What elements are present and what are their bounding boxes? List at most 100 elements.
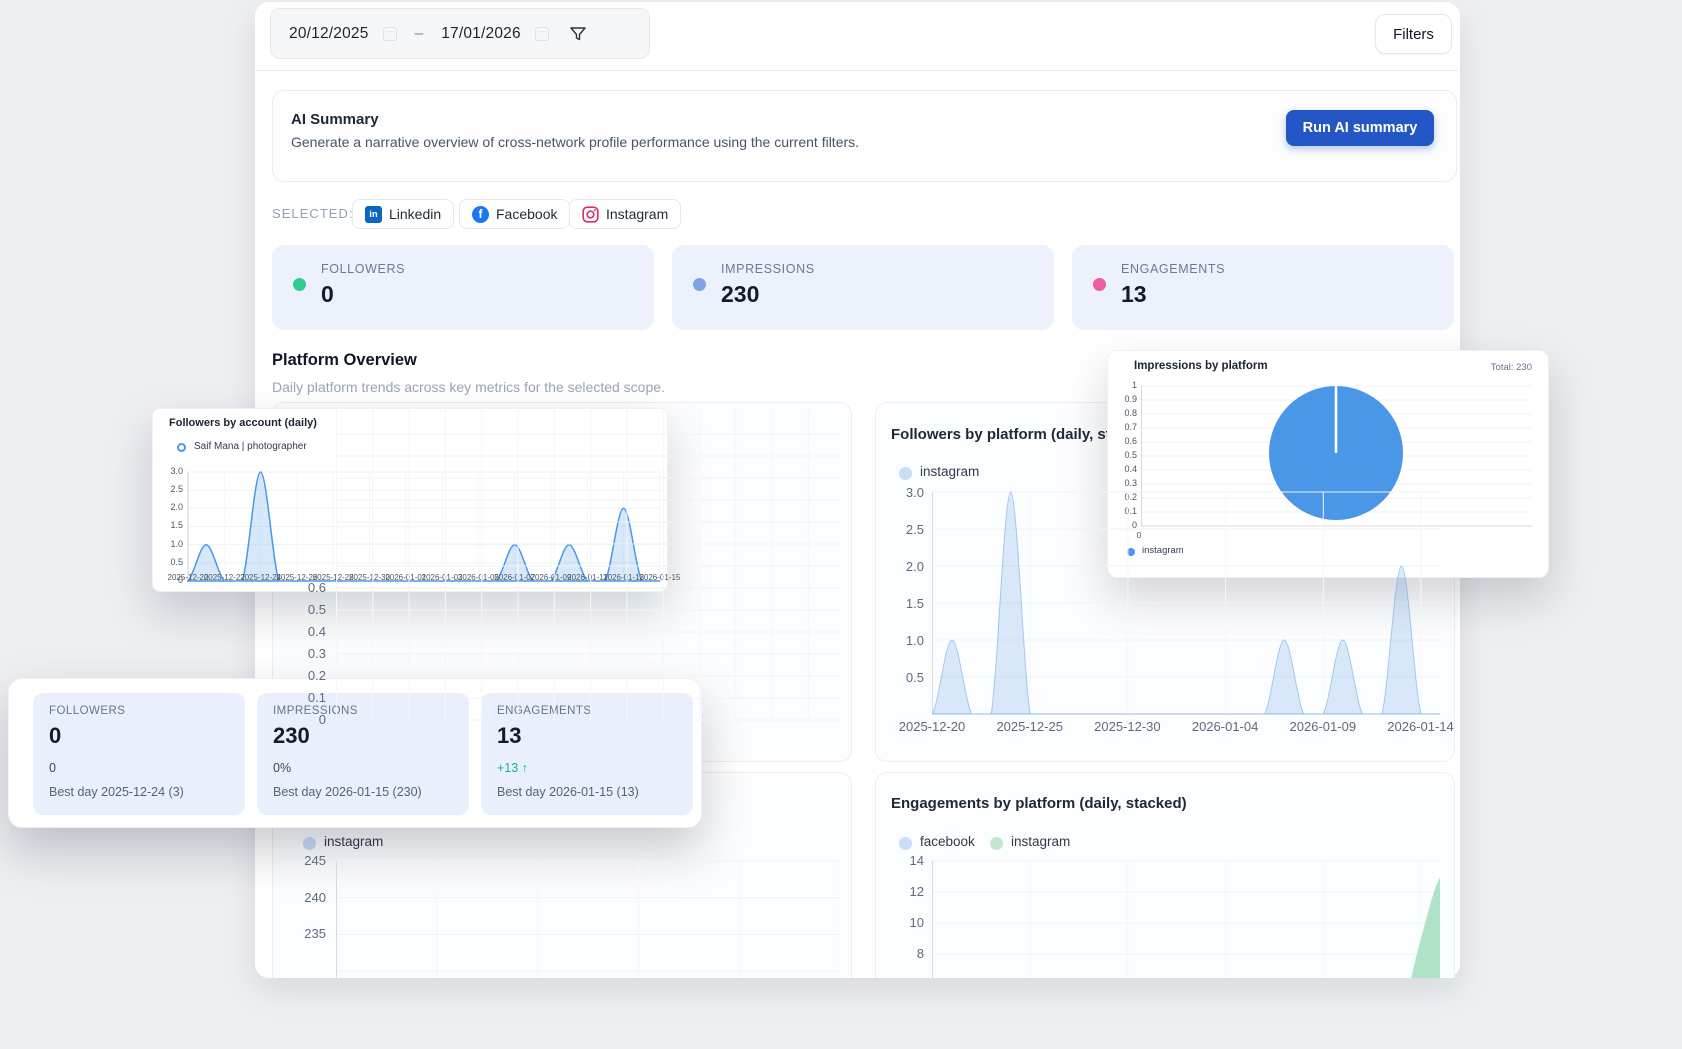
- followers-by-account-title: Followers by account (daily): [169, 417, 317, 429]
- y-tick-label: 2.5: [884, 522, 924, 537]
- summary-best-day: Best day 2026-01-15 (230): [273, 785, 422, 799]
- dashboard-screen: 20/12/2025 – 17/01/2026 Filters AI Summa…: [0, 0, 1682, 1049]
- metric-card-impressions: IMPRESSIONS 230: [672, 245, 1054, 330]
- y-tick-label: 3.0: [155, 466, 183, 476]
- instagram-legend-label: instagram: [920, 464, 979, 479]
- y-tick-label: 10: [884, 915, 924, 930]
- y-tick-label: 1.0: [155, 539, 183, 549]
- instagram-legend-dot: [990, 837, 1003, 850]
- y-tick-label: 235: [286, 926, 326, 941]
- calendar-icon[interactable]: [535, 27, 549, 41]
- y-tick-label: 0.7: [1104, 422, 1137, 432]
- followers-dot: [293, 278, 306, 291]
- y-tick-label: 0.9: [1104, 394, 1137, 404]
- y-tick-label: 240: [286, 890, 326, 905]
- y-tick-label: 2.5: [155, 484, 183, 494]
- facebook-icon: f: [472, 206, 489, 223]
- platform-overview-title: Platform Overview: [272, 351, 417, 370]
- metric-card-followers: FOLLOWERS 0: [272, 245, 654, 330]
- instagram-legend-label: instagram: [324, 834, 383, 849]
- x-tick-label: 2026-01-14: [1376, 719, 1466, 734]
- platform-overview-subtitle: Daily platform trends across key metrics…: [272, 379, 665, 395]
- network-chip-instagram[interactable]: Instagram: [569, 199, 681, 229]
- facebook-legend-label: facebook: [920, 834, 975, 849]
- x-tick-label: 2025-12-20: [887, 719, 977, 734]
- metric-value: 0: [321, 281, 334, 308]
- impressions-dot: [693, 278, 706, 291]
- metric-card-engagements: ENGAGEMENTS 13: [1072, 245, 1454, 330]
- instagram-icon: [582, 206, 599, 223]
- x-tick-label: 2026-01-04: [1180, 719, 1270, 734]
- summary-best-day: Best day 2026-01-15 (13): [497, 785, 639, 799]
- summary-delta: 0%: [273, 761, 291, 775]
- followers-by-platform-chart-svg: [932, 488, 1440, 718]
- y-tick-label: 245: [286, 853, 326, 868]
- summary-delta: +13 ↑: [497, 761, 528, 775]
- network-chip-label: Linkedin: [389, 206, 441, 222]
- metric-value: 13: [1121, 281, 1147, 308]
- linkedin-icon: in: [365, 206, 382, 223]
- impressions-total-label: Total: 230: [1432, 362, 1532, 373]
- x-tick-label: 2026-01-09: [1278, 719, 1368, 734]
- engagements-by-platform-chart-svg: [932, 850, 1440, 978]
- date-from-value[interactable]: 20/12/2025: [289, 25, 369, 43]
- summary-value: 13: [497, 723, 521, 749]
- instagram-legend-dot: [899, 467, 912, 480]
- calendar-icon[interactable]: [383, 27, 397, 41]
- y-tick-label: 1.5: [155, 520, 183, 530]
- y-tick-label: 12: [884, 884, 924, 899]
- network-chip-linkedin[interactable]: in Linkedin: [352, 199, 454, 229]
- network-chip-label: Facebook: [496, 206, 557, 222]
- date-range-picker[interactable]: 20/12/2025 – 17/01/2026: [270, 8, 650, 59]
- y-tick-label: 0.2: [286, 668, 326, 683]
- y-tick-label: 0.4: [286, 624, 326, 639]
- engagements-dot: [1093, 278, 1106, 291]
- network-chip-label: Instagram: [606, 206, 668, 222]
- y-tick-label: 2.0: [884, 559, 924, 574]
- engagements-by-platform-title: Engagements by platform (daily, stacked): [891, 795, 1187, 812]
- y-tick-label: 0.4: [1104, 464, 1137, 474]
- metric-value: 230: [721, 281, 759, 308]
- network-chip-facebook[interactable]: f Facebook: [459, 199, 570, 229]
- filters-button[interactable]: Filters: [1375, 14, 1452, 54]
- selected-label: SELECTED:: [272, 206, 354, 221]
- summary-delta: 0: [49, 761, 56, 775]
- impressions-by-platform-title: Impressions by platform: [1134, 360, 1268, 372]
- account-legend-label: Saif Mana | photographer: [194, 441, 307, 452]
- date-range-separator: –: [411, 25, 428, 43]
- instagram-legend-dot: [303, 837, 316, 850]
- y-tick-label: 0: [286, 712, 326, 727]
- run-ai-summary-button[interactable]: Run AI summary: [1286, 110, 1434, 146]
- metric-label: IMPRESSIONS: [721, 262, 815, 276]
- y-tick-label: 0.3: [286, 646, 326, 661]
- y-tick-label: 0.8: [1104, 408, 1137, 418]
- top-divider: [256, 70, 1459, 71]
- ai-summary-title: AI Summary: [291, 111, 379, 128]
- top-left-chart-svg: [336, 410, 840, 722]
- y-tick-label: 8: [884, 946, 924, 961]
- y-tick-label: 3.0: [884, 485, 924, 500]
- y-tick-label: 1: [1104, 380, 1137, 390]
- x-tick-label: 2025-12-30: [1082, 719, 1172, 734]
- ai-summary-description: Generate a narrative overview of cross-n…: [291, 134, 859, 150]
- date-to-value[interactable]: 17/01/2026: [441, 25, 521, 43]
- summary-best-day: Best day 2025-12-24 (3): [49, 785, 184, 799]
- y-tick-label: 1.5: [884, 596, 924, 611]
- account-legend-circle-icon: [177, 443, 186, 452]
- y-tick-label: 1.0: [884, 633, 924, 648]
- impressions-daily-chart-svg: [336, 853, 840, 978]
- facebook-legend-dot: [899, 837, 912, 850]
- summary-label: FOLLOWERS: [49, 705, 125, 717]
- metric-label: ENGAGEMENTS: [1121, 262, 1225, 276]
- summary-value: 0: [49, 723, 61, 749]
- y-tick-label: 14: [884, 853, 924, 868]
- x-tick-label: 2025-12-25: [985, 719, 1075, 734]
- y-tick-label: 0.6: [286, 580, 326, 595]
- y-tick-label: 0.5: [155, 557, 183, 567]
- y-tick-label: 2.0: [155, 502, 183, 512]
- instagram-legend-label: instagram: [1011, 834, 1070, 849]
- summary-card-followers: FOLLOWERS 0 0 Best day 2025-12-24 (3): [33, 693, 245, 815]
- y-tick-label: 0.5: [286, 602, 326, 617]
- funnel-icon[interactable]: [569, 25, 587, 43]
- y-tick-label: 0.6: [1104, 436, 1137, 446]
